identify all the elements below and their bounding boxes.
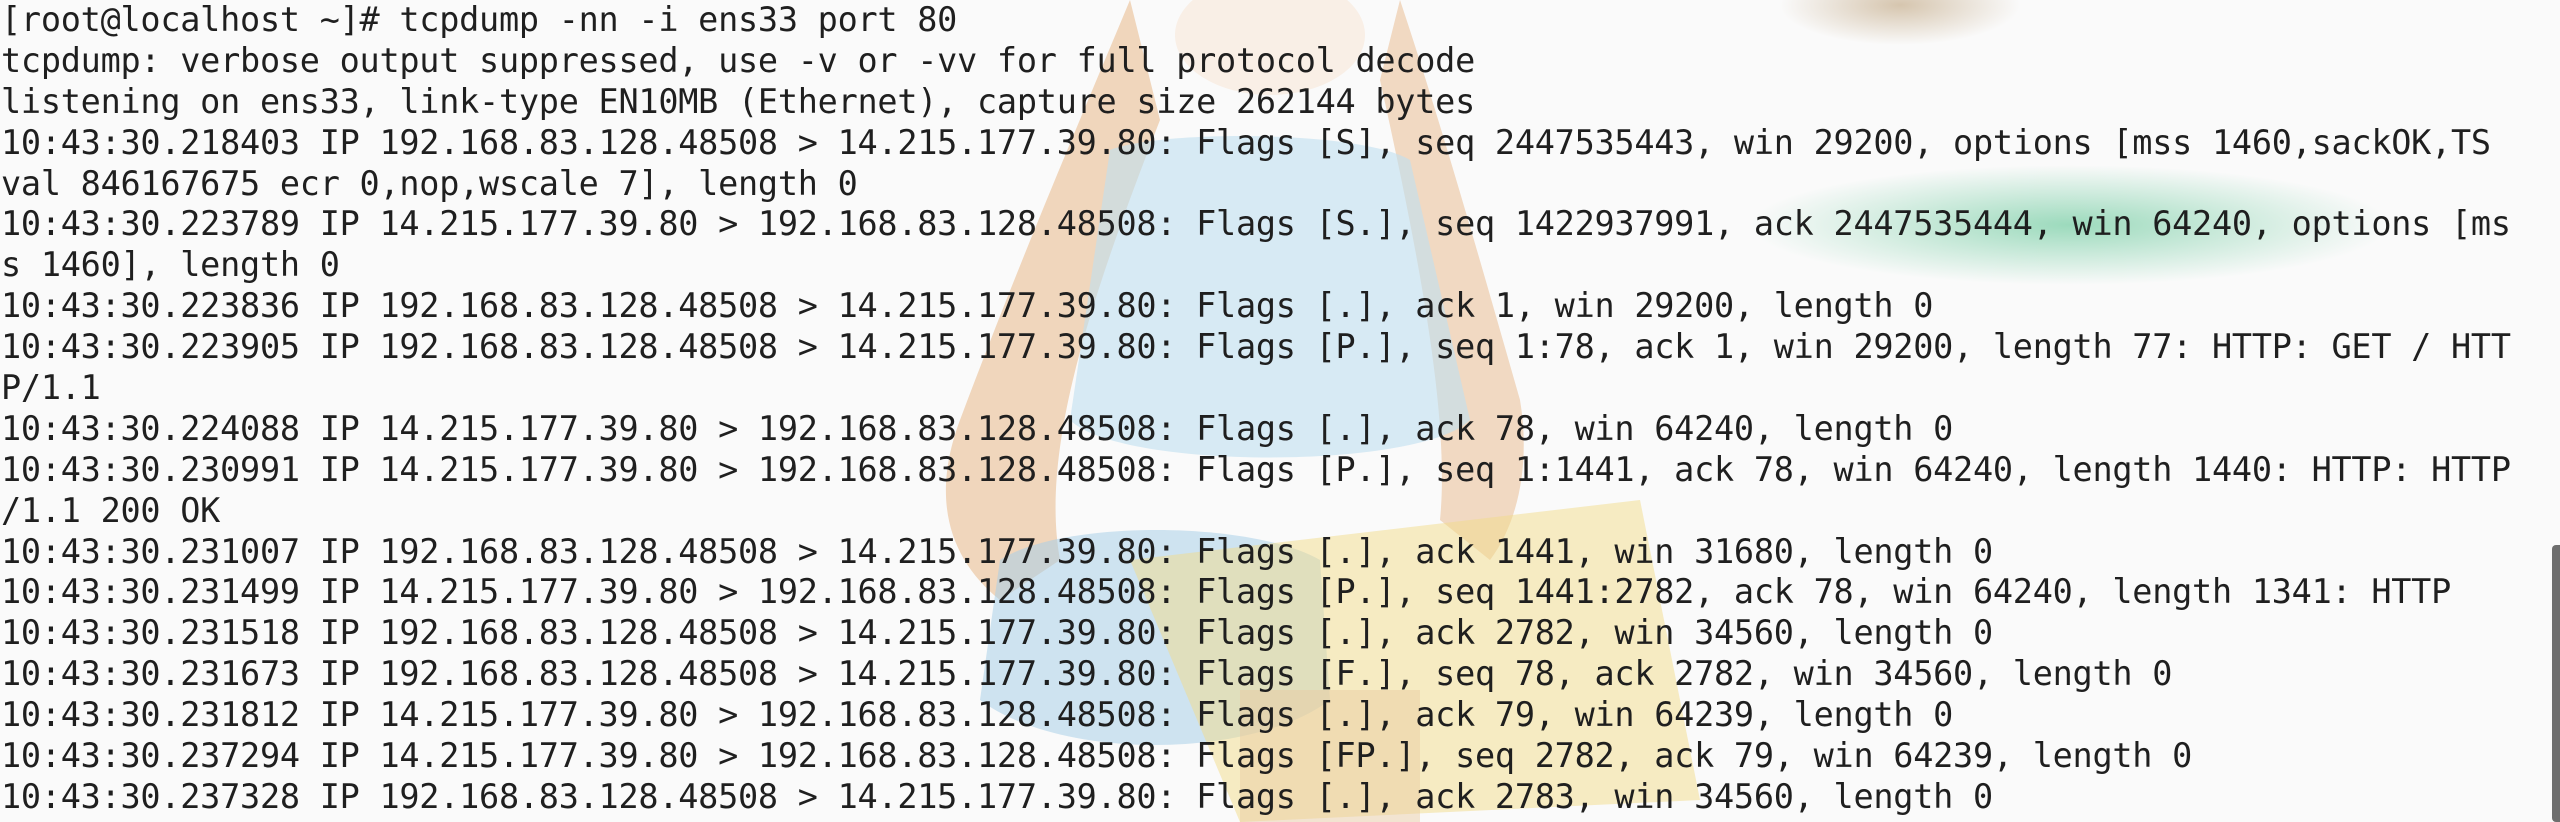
terminal-line: 10:43:30.224088 IP 14.215.177.39.80 > 19… [1, 408, 1954, 448]
terminal-line: 10:43:30.218403 IP 192.168.83.128.48508 … [1, 122, 2491, 162]
terminal-line: s 1460], length 0 [1, 245, 340, 285]
terminal-line: 10:43:30.231518 IP 192.168.83.128.48508 … [1, 613, 1993, 653]
terminal-window[interactable]: [root@localhost ~]# tcpdump -nn -i ens33… [0, 0, 2560, 822]
terminal-line: 10:43:30.237294 IP 14.215.177.39.80 > 19… [1, 736, 2193, 776]
terminal-scrollbar[interactable] [2552, 545, 2560, 822]
terminal-line: listening on ens33, link-type EN10MB (Et… [1, 81, 1475, 121]
terminal-line: 10:43:30.237328 IP 192.168.83.128.48508 … [1, 776, 1993, 816]
terminal-line: 10:43:30.231812 IP 14.215.177.39.80 > 19… [1, 695, 1954, 735]
terminal-line: [root@localhost ~]# tcpdump -nn -i ens33… [1, 0, 958, 39]
terminal-line: 10:43:30.231007 IP 192.168.83.128.48508 … [1, 531, 1993, 571]
terminal-line: tcpdump: verbose output suppressed, use … [1, 40, 1475, 80]
terminal-line: val 846167675 ecr 0,nop,wscale 7], lengt… [1, 163, 858, 203]
terminal-line: 10:43:30.230991 IP 14.215.177.39.80 > 19… [1, 449, 2511, 489]
terminal-line: 10:43:30.223905 IP 192.168.83.128.48508 … [1, 327, 2511, 367]
terminal-line: /1.1 200 OK [1, 490, 221, 530]
terminal-line: 10:43:30.231673 IP 192.168.83.128.48508 … [1, 654, 2173, 694]
terminal-line: P/1.1 [1, 368, 101, 408]
terminal-line: 10:43:30.223789 IP 14.215.177.39.80 > 19… [1, 204, 2511, 244]
terminal-line: 10:43:30.231499 IP 14.215.177.39.80 > 19… [1, 572, 2452, 612]
terminal-line: 10:43:30.223836 IP 192.168.83.128.48508 … [1, 286, 1934, 326]
